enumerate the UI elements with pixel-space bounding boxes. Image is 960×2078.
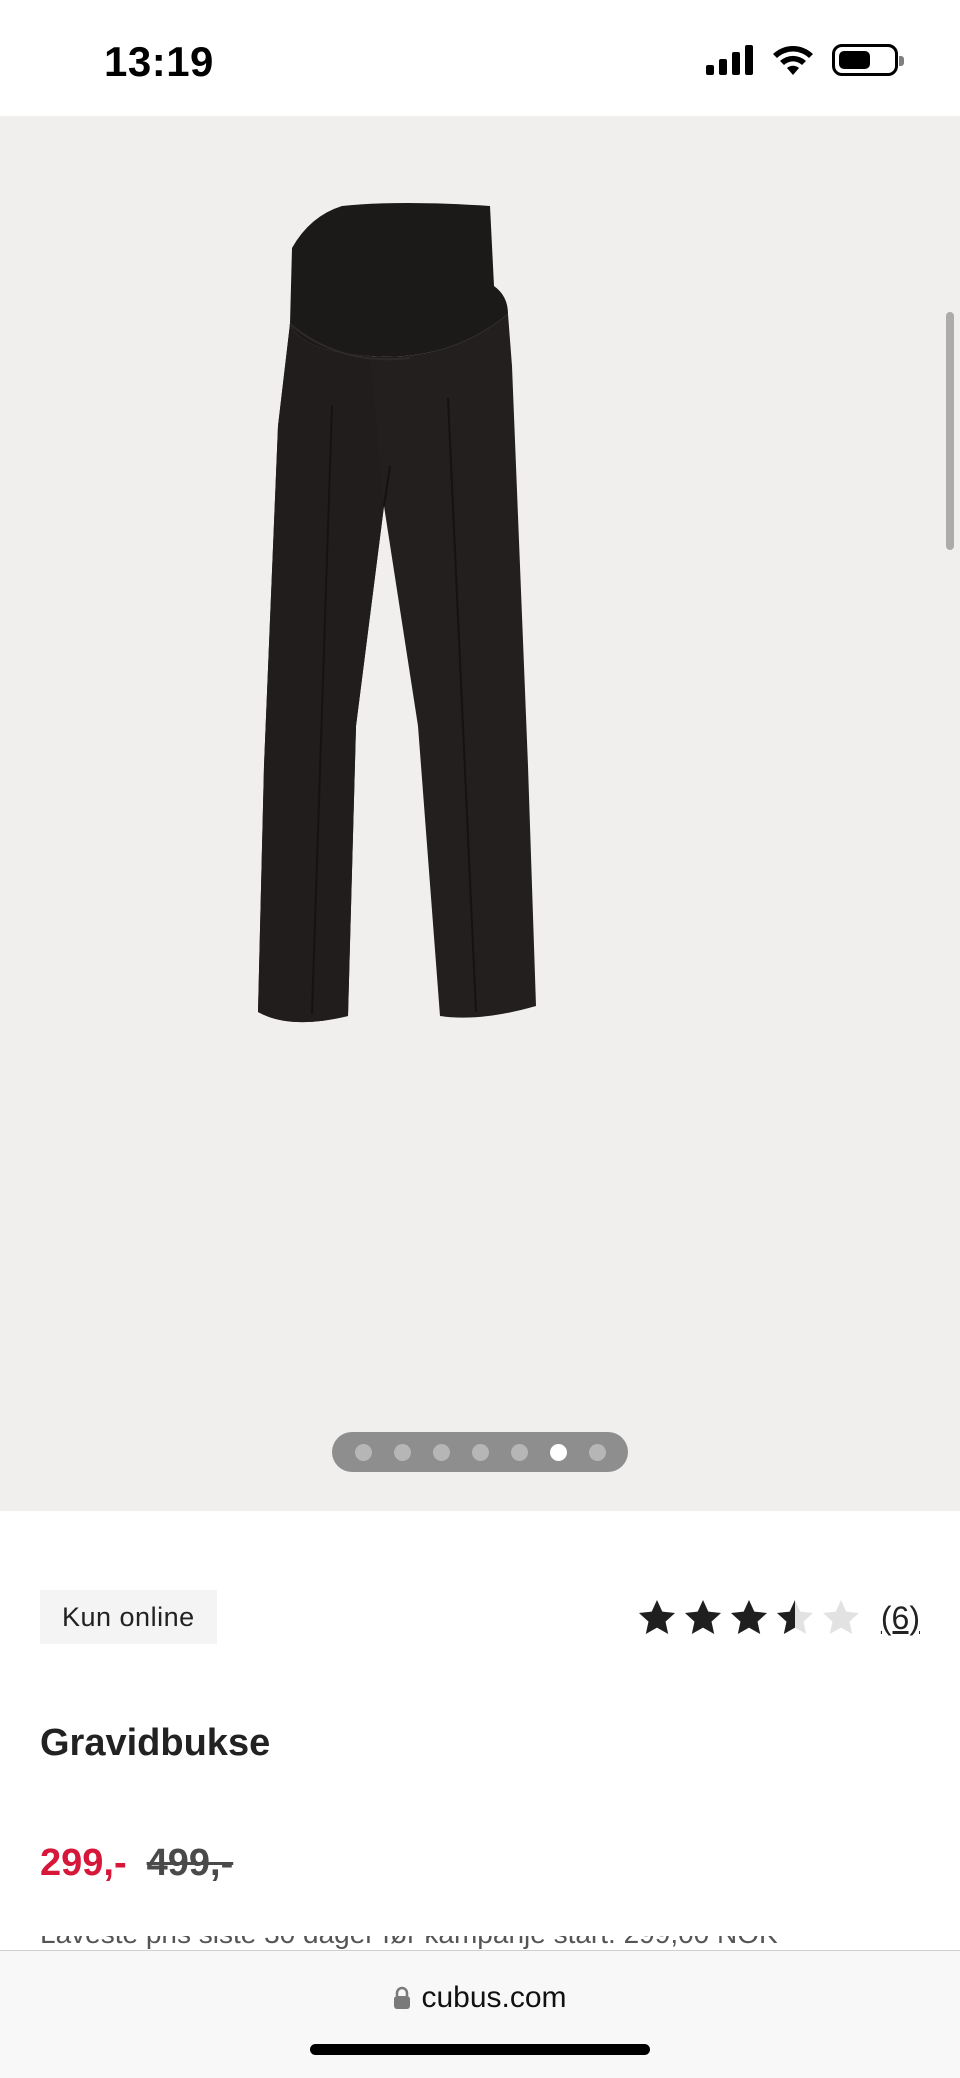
- battery-level: [839, 51, 871, 69]
- original-price: 499,-: [146, 1842, 234, 1884]
- gallery-dot[interactable]: [354, 1443, 372, 1461]
- gallery-dot[interactable]: [432, 1443, 450, 1461]
- status-icons: [706, 44, 904, 76]
- lock-icon: [394, 1986, 411, 2009]
- gallery-scrollbar[interactable]: [946, 312, 954, 550]
- product-rating[interactable]: (6): [637, 1598, 920, 1638]
- rating-star-icon: [684, 1600, 721, 1634]
- sale-price: 299,-: [40, 1842, 127, 1884]
- wifi-icon: [773, 46, 813, 75]
- product-image-gallery[interactable]: [0, 116, 960, 1511]
- url-text[interactable]: cubus.com: [421, 1981, 566, 2015]
- battery-icon: [832, 44, 904, 76]
- gallery-pagination[interactable]: [332, 1432, 628, 1472]
- gallery-dot[interactable]: [393, 1443, 411, 1461]
- rating-star-icon: [776, 1600, 813, 1634]
- url-display[interactable]: cubus.com: [0, 1981, 960, 2015]
- gallery-dot[interactable]: [510, 1443, 528, 1461]
- product-page: 13:19 Kun online (6) Gravidbukse 299,- 4…: [0, 0, 960, 2078]
- browser-address-bar[interactable]: cubus.com: [0, 1950, 960, 2078]
- product-title: Gravidbukse: [40, 1722, 271, 1764]
- online-only-badge: Kun online: [40, 1590, 217, 1644]
- rating-star-icon: [638, 1600, 675, 1634]
- cellular-signal-icon: [706, 45, 753, 75]
- gallery-dot[interactable]: [549, 1443, 567, 1461]
- price-row: 299,- 499,-: [40, 1842, 233, 1885]
- home-indicator[interactable]: [310, 2044, 650, 2055]
- gallery-dot[interactable]: [588, 1443, 606, 1461]
- gallery-dot[interactable]: [471, 1443, 489, 1461]
- lowest-price-text: Laveste pris siste 30 dager før kampanje…: [40, 1936, 778, 1949]
- rating-star-icon: [730, 1600, 767, 1634]
- pants-product-image: [258, 203, 536, 1023]
- status-time: 13:19: [104, 38, 214, 85]
- status-bar: 13:19: [0, 0, 960, 116]
- rating-star-icon: [822, 1600, 859, 1634]
- review-count-link[interactable]: (6): [881, 1600, 920, 1637]
